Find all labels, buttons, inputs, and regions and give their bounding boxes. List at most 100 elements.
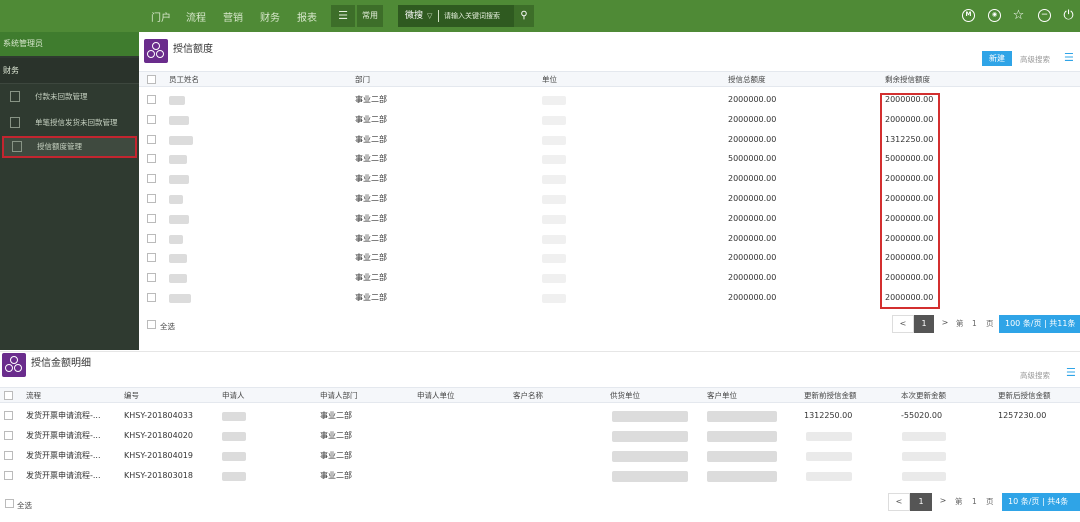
row-checkbox[interactable]: [147, 194, 156, 203]
row-checkbox[interactable]: [4, 411, 13, 420]
nav-reports[interactable]: 报表: [297, 9, 317, 24]
nav-workflow[interactable]: 流程: [186, 9, 206, 24]
cell-total-credit: 2000000.00: [728, 233, 777, 243]
row-checkbox[interactable]: [147, 114, 156, 124]
col-applicant-unit[interactable]: 申请人单位: [417, 388, 455, 404]
row-checkbox[interactable]: [147, 233, 156, 243]
page-input[interactable]: 1: [972, 315, 977, 333]
col-credit-before[interactable]: 更新前授信金额: [804, 388, 857, 404]
row-checkbox[interactable]: [4, 431, 13, 440]
table-row[interactable]: 发货开票申请流程-... KHSY-201803018 事业二部: [0, 466, 1080, 486]
col-department[interactable]: 部门: [355, 72, 370, 88]
page-suffix: 页: [986, 497, 994, 506]
select-all-checkbox[interactable]: [147, 320, 156, 329]
table-row[interactable]: 发货开票申请流程-... KHSY-201804033 事业二部 1312250.00…: [0, 406, 1080, 426]
new-button[interactable]: 新建: [982, 51, 1012, 66]
redacted-credit-before: [806, 432, 852, 441]
next-page-button[interactable]: >: [936, 493, 950, 511]
cell-department: 事业二部: [355, 233, 387, 243]
col-customer-unit[interactable]: 客户单位: [707, 388, 737, 404]
page-size-select[interactable]: 100 条/页 | 共11条: [999, 315, 1080, 333]
row-checkbox[interactable]: [147, 134, 156, 144]
row-checkbox[interactable]: [147, 95, 156, 104]
prev-page-button[interactable]: <: [892, 315, 914, 333]
col-number[interactable]: 编号: [124, 388, 139, 404]
nav-finance[interactable]: 财务: [260, 9, 280, 24]
search-category[interactable]: 微搜: [405, 5, 423, 27]
col-employee-name[interactable]: 员工姓名: [169, 72, 199, 88]
row-checkbox[interactable]: [147, 273, 156, 283]
redacted-unit: [542, 155, 566, 165]
list-view-icon[interactable]: ☰: [1066, 366, 1076, 379]
sidebar-item-credit-limit[interactable]: 授信额度管理: [2, 136, 137, 158]
redacted-employee-name: [169, 115, 189, 125]
cell-flow[interactable]: 发货开票申请流程-...: [26, 466, 101, 486]
row-checkbox[interactable]: [4, 451, 13, 460]
sidebar-item-single-credit[interactable]: 单笔授信发货未回款管理: [2, 112, 137, 134]
nav-portal[interactable]: 门户: [151, 9, 171, 24]
header-checkbox[interactable]: [147, 75, 156, 84]
sidebar-user[interactable]: 系统管理员: [0, 32, 139, 56]
page-title: 授信额度: [173, 44, 213, 55]
next-page-button[interactable]: >: [938, 315, 952, 333]
search-icon[interactable]: ⚲: [514, 5, 534, 27]
cell-department: 事业二部: [355, 95, 387, 104]
chevron-down-icon[interactable]: ▽: [427, 5, 432, 27]
common-button[interactable]: 常用: [357, 5, 383, 27]
col-customer-name[interactable]: 客户名称: [513, 388, 543, 404]
select-all-checkbox[interactable]: [5, 499, 14, 508]
page-size-select[interactable]: 10 条/页 | 共4条: [1002, 493, 1080, 511]
nav-marketing[interactable]: 营销: [223, 9, 243, 24]
advanced-search-link[interactable]: 高级搜索: [1020, 370, 1050, 381]
sidebar-item-payment-unreturned[interactable]: 付款未回款管理: [2, 86, 137, 108]
redacted-unit: [542, 135, 566, 145]
list-view-icon[interactable]: ☰: [1064, 51, 1074, 64]
sidebar-item-label: 付款未回款管理: [35, 92, 88, 101]
page-input[interactable]: 1: [972, 493, 977, 511]
col-total-credit[interactable]: 授信总额度: [728, 72, 766, 88]
col-unit[interactable]: 单位: [542, 72, 557, 88]
prev-page-button[interactable]: <: [888, 493, 910, 511]
cell-total-credit: 2000000.00: [728, 194, 777, 203]
redacted-update-amount: [902, 452, 946, 461]
advanced-search-link[interactable]: 高级搜索: [1020, 54, 1050, 65]
m-badge-icon[interactable]: M: [962, 9, 975, 22]
redacted-credit-before: [806, 452, 852, 461]
more-icon[interactable]: —: [1038, 9, 1051, 22]
row-checkbox[interactable]: [147, 293, 156, 302]
row-checkbox[interactable]: [147, 154, 156, 164]
power-icon[interactable]: ⏻: [1062, 9, 1075, 22]
top-navigation-bar: 门户 流程 营销 财务 报表 ☰ 常用 微搜 ▽ 请输入关键词搜索 ⚲ M ◉ …: [0, 0, 1080, 32]
col-supplier-unit[interactable]: 供货单位: [610, 388, 640, 404]
menu-icon[interactable]: ☰: [331, 5, 355, 27]
cell-flow[interactable]: 发货开票申请流程-...: [26, 406, 101, 426]
col-applicant[interactable]: 申请人: [222, 388, 245, 404]
cell-flow[interactable]: 发货开票申请流程-...: [26, 446, 101, 466]
select-all-label: 全选: [17, 501, 32, 510]
search-input[interactable]: 请输入关键词搜索: [444, 5, 500, 27]
row-checkbox[interactable]: [4, 471, 13, 480]
current-page-button[interactable]: 1: [914, 315, 934, 333]
row-checkbox[interactable]: [147, 213, 156, 223]
cell-department: 事业二部: [355, 194, 387, 203]
table-row[interactable]: 发货开票申请流程-... KHSY-201804020 事业二部: [0, 426, 1080, 446]
page-suffix: 页: [986, 319, 994, 328]
col-credit-after[interactable]: 更新后授信金额: [998, 388, 1051, 404]
col-remaining-credit[interactable]: 剩余授信额度: [885, 72, 930, 88]
table-row[interactable]: 发货开票申请流程-... KHSY-201804019 事业二部: [0, 446, 1080, 466]
header-checkbox[interactable]: [4, 391, 13, 400]
redacted-employee-name: [169, 234, 183, 244]
row-checkbox[interactable]: [147, 253, 156, 263]
redacted-applicant: [222, 472, 246, 481]
sidebar-item-label: 授信额度管理: [37, 142, 82, 151]
messages-icon[interactable]: ◉: [988, 9, 1001, 22]
col-flow[interactable]: 流程: [26, 388, 41, 404]
sidebar-section-finance[interactable]: 财务: [0, 58, 139, 84]
row-checkbox[interactable]: [147, 174, 156, 184]
cell-flow[interactable]: 发货开票申请流程-...: [26, 426, 101, 446]
star-icon[interactable]: ☆: [1012, 9, 1025, 22]
col-applicant-dept[interactable]: 申请人部门: [320, 388, 358, 404]
col-update-amount[interactable]: 本次更新金额: [901, 388, 946, 404]
current-page-button[interactable]: 1: [910, 493, 932, 511]
search-box[interactable]: 微搜 ▽ 请输入关键词搜索 ⚲: [398, 5, 534, 27]
